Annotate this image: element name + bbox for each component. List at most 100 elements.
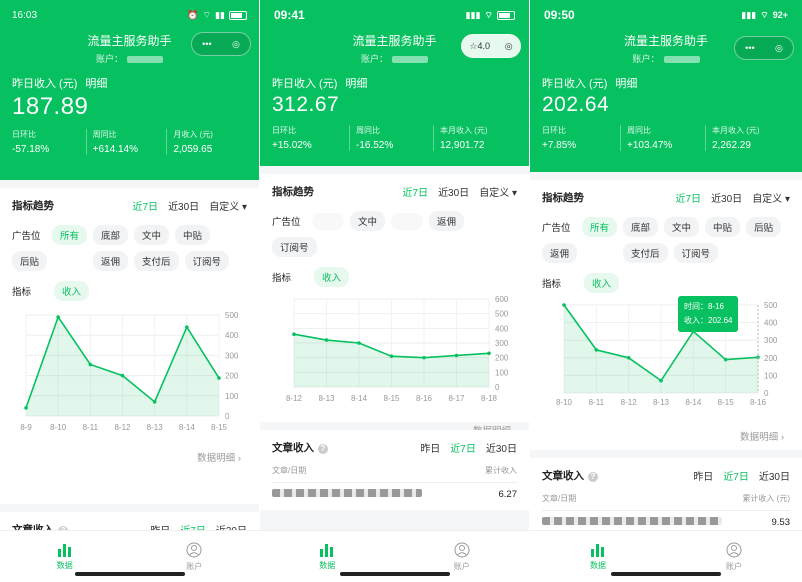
help-icon[interactable]: ? bbox=[318, 444, 328, 454]
account-line: 账户： bbox=[530, 52, 802, 65]
income-trend-chart[interactable]: 0 100 200 300 400 500 8-9 8-10 8-11 8-12 8-13 8-14 8… bbox=[12, 307, 247, 432]
chip-subscription[interactable]: 订阅号 bbox=[673, 243, 719, 263]
chip-post[interactable]: 后贴 bbox=[746, 217, 782, 237]
tab-30d[interactable]: 近30日 bbox=[168, 198, 199, 213]
tab-custom[interactable]: 自定义 ▾ bbox=[479, 184, 517, 199]
x-tick-label: 8-9 bbox=[20, 423, 32, 432]
y-tick-label: 100 bbox=[764, 371, 778, 380]
income-trend-chart[interactable]: 0 100 200 300 400 500 600 8-12 8-13 8-14 8-15 8-16 8… bbox=[272, 293, 517, 403]
y-tick-label: 500 bbox=[764, 301, 778, 310]
chip-inline[interactable]: 文中 bbox=[134, 225, 170, 245]
help-icon[interactable]: ? bbox=[588, 472, 598, 482]
tab-30d[interactable]: 近30日 bbox=[711, 190, 742, 205]
data-point[interactable] bbox=[659, 378, 663, 383]
stat-label: 周同比 bbox=[92, 130, 117, 139]
chip-mid[interactable]: 中贴 bbox=[175, 225, 211, 245]
tab-7d[interactable]: 近7日 bbox=[450, 440, 476, 455]
income-detail-link[interactable]: 明细 bbox=[615, 78, 637, 90]
chip-after-pay[interactable]: 支付后 bbox=[134, 251, 179, 271]
chip-masked[interactable] bbox=[391, 212, 424, 230]
tab-custom[interactable]: 自定义 ▾ bbox=[752, 190, 790, 205]
data-point[interactable] bbox=[324, 338, 329, 342]
metric-row: 指标 收入 bbox=[12, 281, 247, 301]
tab-7d[interactable]: 近7日 bbox=[676, 190, 702, 205]
data-point[interactable] bbox=[24, 406, 28, 410]
data-point[interactable] bbox=[454, 353, 459, 358]
chip-inline[interactable]: 文中 bbox=[664, 217, 700, 237]
tab-custom[interactable]: 自定义 ▾ bbox=[209, 198, 247, 213]
chip-income[interactable]: 收入 bbox=[54, 281, 90, 301]
article-title-masked bbox=[272, 489, 422, 497]
y-tick-label: 0 bbox=[495, 383, 500, 392]
account-label: 账户： bbox=[632, 54, 660, 64]
stat-value: 12,901.72 bbox=[440, 140, 485, 151]
table-header: 文章/日期 累计收入 (元) bbox=[542, 493, 790, 511]
data-point[interactable] bbox=[422, 355, 426, 360]
x-tick-label: 8-13 bbox=[653, 398, 670, 407]
chip-masked[interactable] bbox=[312, 212, 344, 230]
chip-mid[interactable]: 中贴 bbox=[705, 217, 741, 237]
stat-label: 日环比 bbox=[542, 126, 566, 135]
data-point[interactable] bbox=[389, 354, 394, 358]
tab-7d[interactable]: 近7日 bbox=[133, 198, 159, 213]
table-row[interactable]: 6.27 bbox=[272, 489, 517, 500]
data-point[interactable] bbox=[487, 351, 491, 356]
chip-subscription[interactable]: 订阅号 bbox=[272, 237, 317, 257]
chip-after-pay[interactable]: 支付后 bbox=[623, 243, 668, 263]
data-detail-link[interactable]: 数据明细 › bbox=[542, 429, 790, 443]
data-point[interactable] bbox=[626, 356, 631, 360]
chip-rebate[interactable]: 返佣 bbox=[429, 211, 465, 231]
data-point[interactable] bbox=[357, 341, 361, 345]
tab-yesterday[interactable]: 昨日 bbox=[693, 468, 713, 483]
tab-30d[interactable]: 近30日 bbox=[486, 440, 517, 455]
more-icon[interactable]: ••• bbox=[202, 39, 211, 49]
data-point[interactable] bbox=[562, 303, 566, 307]
income-detail-link[interactable]: 明细 bbox=[345, 78, 367, 90]
chip-income[interactable]: 收入 bbox=[314, 267, 350, 287]
data-point[interactable] bbox=[56, 315, 60, 319]
close-icon[interactable]: ◎ bbox=[232, 39, 240, 50]
data-point[interactable] bbox=[120, 373, 125, 378]
chip-subscription[interactable]: 订阅号 bbox=[184, 251, 230, 271]
data-point[interactable] bbox=[152, 400, 157, 404]
chip-rebate[interactable]: 返佣 bbox=[542, 243, 578, 263]
income-detail-link[interactable]: 明细 bbox=[85, 78, 107, 90]
account-line: 账户： bbox=[0, 52, 259, 65]
chip-all[interactable]: 所有 bbox=[52, 225, 88, 245]
data-point[interactable] bbox=[185, 325, 189, 329]
home-indicator bbox=[339, 572, 450, 576]
col-article: 文章/日期 bbox=[272, 466, 307, 475]
chip-all[interactable]: 所有 bbox=[582, 217, 618, 237]
x-tick-label: 8-13 bbox=[318, 394, 335, 403]
income-trend-chart[interactable]: 0 100 200 300 400 500 8-10 8-11 8-12 8-13 8-14 8-15… bbox=[542, 299, 790, 407]
col-income: 累计收入 bbox=[485, 466, 517, 475]
chip-post[interactable]: 后贴 bbox=[12, 251, 48, 271]
tab-30d[interactable]: 近30日 bbox=[438, 184, 469, 199]
tab-7d[interactable]: 近7日 bbox=[403, 184, 429, 199]
chip-inline[interactable]: 文中 bbox=[350, 211, 386, 231]
tooltip-income: 收入：202.64 bbox=[684, 316, 733, 325]
data-detail-link[interactable]: 数据明细 › bbox=[12, 450, 247, 464]
stat-label: 本月收入 (元) bbox=[440, 126, 488, 135]
table-row[interactable]: 9.53 bbox=[542, 517, 790, 528]
tab-yesterday[interactable]: 昨日 bbox=[420, 440, 440, 455]
tab-30d[interactable]: 近30日 bbox=[759, 468, 790, 483]
data-point[interactable] bbox=[217, 376, 221, 380]
data-point[interactable] bbox=[594, 348, 599, 352]
y-tick-label: 400 bbox=[225, 331, 239, 340]
chip-income[interactable]: 收入 bbox=[584, 273, 620, 293]
stat-value: +7.85% bbox=[542, 140, 577, 151]
stat-label: 本月收入 (元) bbox=[712, 126, 760, 135]
data-point[interactable] bbox=[723, 357, 728, 362]
data-point[interactable] bbox=[88, 362, 93, 367]
chip-bottom[interactable]: 底部 bbox=[93, 225, 129, 245]
data-point[interactable] bbox=[292, 332, 296, 336]
trend-card: 指标趋势 近7日 近30日 自定义 ▾ 广告位 文中 返佣 订阅号 指标 收入 … bbox=[260, 174, 529, 437]
account-name-masked bbox=[663, 56, 700, 64]
chip-rebate[interactable]: 返佣 bbox=[93, 251, 129, 271]
close-icon[interactable]: ◎ bbox=[505, 41, 513, 52]
ad-slot-chips: 广告位 所有 底部 文中 中贴 后贴 返佣 支付后 订阅号 bbox=[12, 225, 247, 271]
tab-7d[interactable]: 近7日 bbox=[723, 468, 749, 483]
status-time: 16:03 bbox=[12, 9, 38, 21]
chip-bottom[interactable]: 底部 bbox=[623, 217, 659, 237]
